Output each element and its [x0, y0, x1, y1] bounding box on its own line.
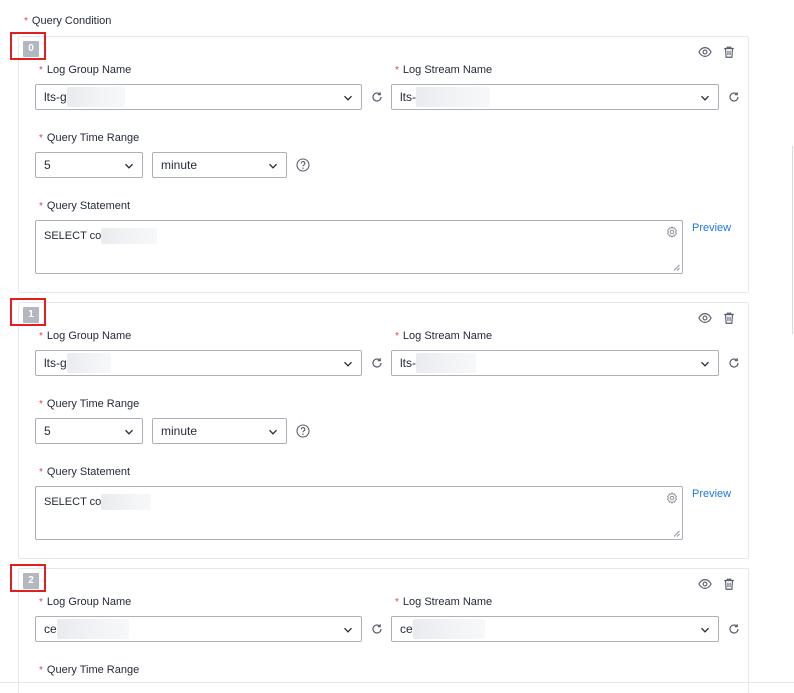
preview-link[interactable]: Preview — [692, 222, 731, 234]
query-statement-input[interactable]: SELECT co — [35, 486, 683, 540]
highlight-box-0 — [10, 32, 46, 60]
refresh-icon[interactable] — [728, 623, 740, 635]
resize-handle-icon[interactable] — [673, 264, 680, 271]
gear-icon[interactable] — [666, 492, 678, 504]
question-circle-icon[interactable] — [296, 424, 310, 438]
query-condition-label: * Query Condition — [24, 15, 112, 27]
card-tools — [698, 311, 736, 325]
eye-icon[interactable] — [698, 311, 712, 325]
log-stream-label: * Log Stream Name — [395, 596, 493, 608]
log-stream-select[interactable]: lts- — [391, 350, 719, 376]
chevron-down-icon — [344, 627, 352, 633]
log-stream-label: * Log Stream Name — [395, 330, 493, 342]
log-stream-label: * Log Stream Name — [395, 64, 493, 76]
resize-handle-icon[interactable] — [673, 530, 680, 537]
query-condition-card-0: 0 * Log Group Name * Log Stream Name lts-g… — [18, 36, 749, 293]
question-circle-icon[interactable] — [296, 158, 310, 172]
log-group-label: * Log Group Name — [39, 330, 132, 342]
eye-icon[interactable] — [698, 577, 712, 591]
chevron-down-icon — [344, 361, 352, 367]
query-statement-label: * Query Statement — [39, 200, 131, 212]
log-group-label: * Log Group Name — [39, 64, 132, 76]
time-value-select[interactable]: 5 — [35, 418, 143, 444]
query-condition-card-1: 1 * Log Group Name * Log Stream Name lts-g… — [18, 302, 749, 559]
chevron-down-icon — [701, 361, 709, 367]
chevron-down-icon — [269, 429, 277, 435]
time-unit-select[interactable]: minute — [152, 152, 287, 178]
log-group-select[interactable]: ce — [35, 616, 362, 642]
query-condition-card-2: 2 * Log Group Name * Log Stream Name ce ce… — [18, 568, 749, 693]
refresh-icon[interactable] — [728, 357, 740, 369]
query-time-range-label: * Query Time Range — [39, 398, 140, 410]
chevron-down-icon — [701, 627, 709, 633]
time-unit-select[interactable]: minute — [152, 418, 287, 444]
query-time-range-label: * Query Time Range — [39, 132, 140, 144]
time-value-select[interactable]: 5 — [35, 152, 143, 178]
refresh-icon[interactable] — [371, 357, 383, 369]
scrollbar-track[interactable] — [792, 146, 793, 334]
chevron-down-icon — [701, 95, 709, 101]
log-group-select[interactable]: lts-g — [35, 84, 362, 110]
trash-icon[interactable] — [722, 577, 736, 591]
card-tools — [698, 577, 736, 591]
chevron-down-icon — [125, 163, 133, 169]
trash-icon[interactable] — [722, 311, 736, 325]
log-group-label: * Log Group Name — [39, 596, 132, 608]
card-tools — [698, 45, 736, 59]
query-statement-label: * Query Statement — [39, 466, 131, 478]
highlight-box-1 — [10, 298, 46, 326]
log-stream-select[interactable]: ce — [391, 616, 719, 642]
eye-icon[interactable] — [698, 45, 712, 59]
trash-icon[interactable] — [722, 45, 736, 59]
preview-link[interactable]: Preview — [692, 488, 731, 500]
required-mark: * — [24, 16, 28, 27]
chevron-down-icon — [344, 95, 352, 101]
refresh-icon[interactable] — [371, 623, 383, 635]
highlight-box-2 — [10, 564, 46, 592]
chevron-down-icon — [269, 163, 277, 169]
refresh-icon[interactable] — [728, 91, 740, 103]
gear-icon[interactable] — [666, 226, 678, 238]
divider — [0, 682, 794, 683]
log-stream-select[interactable]: lts- — [391, 84, 719, 110]
query-statement-input[interactable]: SELECT co — [35, 220, 683, 274]
log-group-select[interactable]: lts-g — [35, 350, 362, 376]
chevron-down-icon — [125, 429, 133, 435]
query-time-range-label: * Query Time Range — [39, 664, 140, 676]
refresh-icon[interactable] — [371, 91, 383, 103]
